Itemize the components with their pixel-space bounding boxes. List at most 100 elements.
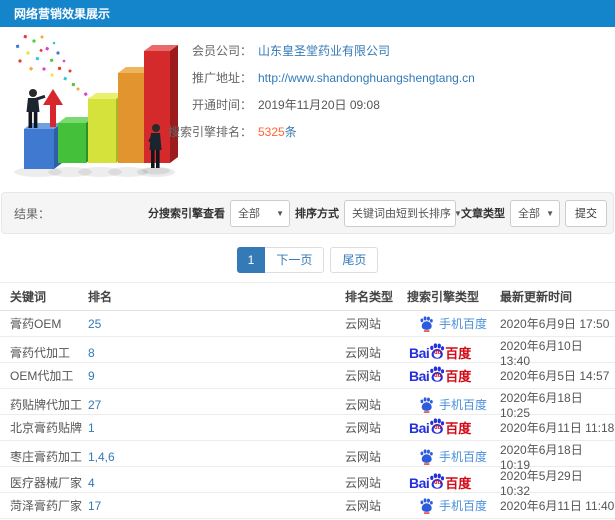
baidu-logo: Bai du 百度	[407, 418, 471, 437]
keyword-rank-table: 关键词 排名 排名类型 搜索引擎类型 最新更新时间 膏药OEM 25 云网站 手…	[0, 282, 615, 519]
updated-cell: 2020年6月5日 14:57	[500, 369, 610, 383]
updated-cell: 2020年6月9日 17:50	[500, 317, 610, 331]
businessman-left	[26, 89, 46, 128]
pagination: 1 下一页 尾页	[0, 247, 615, 273]
info-section: 会员公司： 山东皇圣堂药业有限公司 推广地址： http://www.shand…	[0, 27, 615, 189]
keyword-cell: 膏药代加工	[10, 346, 71, 360]
company-link[interactable]: 山东皇圣堂药业有限公司	[258, 42, 390, 59]
baidu-logo: Bai du 百度	[407, 366, 471, 385]
baidu-logo-bai: Bai	[409, 344, 430, 361]
engine-cell: Bai du 百度	[407, 473, 500, 492]
engine-name: 手机百度	[439, 398, 488, 412]
engine-cell: 手机百度	[407, 497, 500, 514]
rank-type-cell: 云网站	[345, 450, 382, 464]
mobile-baidu-badge: 手机百度	[407, 497, 487, 514]
engine-select[interactable]: 全部 ▼	[230, 199, 290, 227]
engine-filter-label: 分搜索引擎查看	[148, 208, 225, 220]
page-1-button[interactable]: 1	[236, 247, 266, 273]
mobile-baidu-badge: 手机百度	[407, 448, 487, 465]
rank-type-cell: 云网站	[345, 499, 382, 513]
promo-url-link[interactable]: http://www.shandonghuangshengtang.cn	[258, 71, 475, 85]
baidu-logo-bai: Bai	[409, 419, 430, 436]
rank-link[interactable]: 27	[88, 398, 345, 412]
baidu-paw-icon: du	[428, 343, 446, 360]
baidu-paw-icon: du	[428, 418, 446, 435]
sort-filter-label: 排序方式	[295, 208, 339, 220]
updated-cell: 2020年6月11日 11:18	[500, 421, 615, 435]
baidu-paw-icon: du	[428, 473, 446, 490]
rank-type-cell: 云网站	[345, 476, 382, 490]
engine-cell: Bai du 百度	[407, 343, 500, 362]
baidu-paw-icon: du	[428, 366, 446, 383]
rank-link[interactable]: 8	[88, 346, 345, 360]
baidu-logo: Bai du 百度	[407, 473, 471, 492]
col-rank-type: 排名类型	[345, 290, 394, 304]
updated-cell: 2020年6月18日 10:25	[500, 391, 583, 420]
rank-link[interactable]: 17	[88, 499, 345, 513]
company-row: 会员公司： 山东皇圣堂药业有限公司	[140, 37, 475, 64]
chevron-down-icon: ▼	[546, 208, 554, 218]
sort-select[interactable]: 关键词由短到长排序 ▼	[344, 199, 462, 227]
engine-cell: Bai du 百度	[407, 366, 500, 385]
engine-name: 百度	[445, 369, 472, 384]
rank-type-cell: 云网站	[345, 317, 382, 331]
page-title: 网络营销效果展示	[14, 7, 111, 21]
keyword-cell: 药贴牌代加工	[10, 398, 83, 412]
table-row: 医疗器械厂家 4 云网站 Bai du 百度 2020年5月29日 10:32	[0, 467, 615, 498]
baidu-logo-bai: Bai	[409, 474, 430, 491]
opened-time-label: 开通时间：	[191, 98, 252, 112]
sort-select-value: 关键词由短到长排序	[352, 208, 451, 220]
table-row: 菏泽膏药厂家 17 云网站 手机百度 2020年6月11日 11:40	[0, 493, 615, 519]
rank-link[interactable]: 1	[88, 421, 345, 435]
mobile-baidu-paw-icon	[420, 396, 433, 413]
last-page-button[interactable]: 尾页	[330, 247, 379, 273]
article-type-select[interactable]: 全部 ▼	[510, 199, 560, 227]
mobile-baidu-badge: 手机百度	[407, 315, 487, 332]
up-arrow-icon	[43, 89, 63, 127]
opened-time-value: 2019年11月20日 09:08	[258, 98, 380, 112]
table-header-row: 关键词 排名 排名类型 搜索引擎类型 最新更新时间	[0, 283, 615, 311]
col-engine-type: 搜索引擎类型	[407, 290, 480, 304]
table-row: OEM代加工 9 云网站 Bai du 百度 2020年6月5日 14:57	[0, 363, 615, 389]
engine-rank-row: 搜索引擎排名： 5325条	[140, 118, 475, 145]
opened-time-row: 开通时间： 2019年11月20日 09:08	[140, 91, 475, 118]
engine-name: 百度	[445, 476, 472, 491]
rank-type-cell: 云网站	[345, 346, 382, 360]
engine-cell: 手机百度	[407, 315, 500, 332]
rank-type-cell: 云网站	[345, 398, 382, 412]
next-page-button[interactable]: 下一页	[265, 247, 325, 273]
baidu-logo: Bai du 百度	[407, 343, 471, 362]
mobile-baidu-badge: 手机百度	[407, 396, 487, 413]
engine-name: 手机百度	[439, 450, 488, 464]
col-rank: 排名	[88, 290, 113, 304]
submit-button[interactable]: 提交	[565, 199, 607, 227]
baidu-logo-du: du	[433, 480, 442, 487]
rank-unit: 条	[284, 125, 297, 139]
baidu-logo-du: du	[433, 350, 442, 357]
rank-type-cell: 云网站	[345, 421, 382, 435]
table-row: 膏药代加工 8 云网站 Bai du 百度 2020年6月10日 13:40	[0, 337, 615, 368]
keyword-cell: 菏泽膏药厂家	[10, 499, 83, 513]
engine-cell: 手机百度	[407, 396, 500, 413]
rank-link[interactable]: 25	[88, 317, 345, 331]
engine-name: 手机百度	[439, 317, 488, 331]
rank-link[interactable]: 4	[88, 476, 345, 490]
promo-url-row: 推广地址： http://www.shandonghuangshengtang.…	[140, 64, 475, 91]
filter-controls: 分搜索引擎查看 全部 ▼ 排序方式 关键词由短到长排序 ▼ 文章类型 全部 ▼ …	[148, 199, 607, 227]
col-keyword: 关键词	[10, 290, 47, 304]
mobile-baidu-paw-icon	[420, 448, 433, 465]
baidu-logo-du: du	[433, 373, 442, 380]
result-label: 结果：	[14, 206, 51, 221]
rank-link[interactable]: 9	[88, 369, 345, 383]
updated-cell: 2020年6月10日 13:40	[500, 339, 583, 368]
table-row: 药贴牌代加工 27 云网站 手机百度 2020年6月18日 10:25	[0, 389, 615, 420]
mobile-baidu-paw-icon	[420, 315, 433, 332]
engine-rank-label: 搜索引擎排名：	[167, 125, 252, 139]
company-label: 会员公司：	[191, 44, 252, 58]
rank-link[interactable]: 1,4,6	[88, 450, 345, 464]
engine-name: 百度	[445, 346, 472, 361]
updated-cell: 2020年6月11日 11:40	[500, 499, 615, 513]
engine-cell: Bai du 百度	[407, 418, 500, 437]
article-type-select-value: 全部	[518, 208, 540, 220]
engine-name: 百度	[445, 421, 472, 436]
